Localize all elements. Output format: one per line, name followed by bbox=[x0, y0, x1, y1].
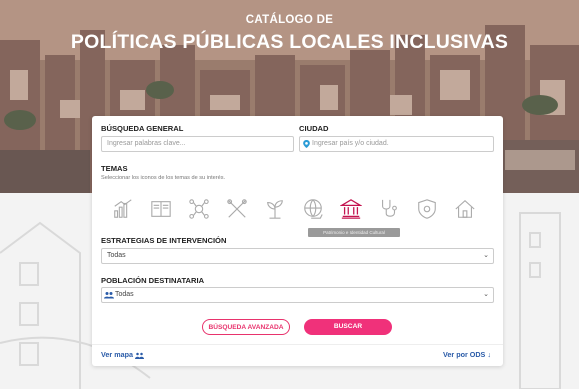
map-icon bbox=[134, 352, 144, 359]
hero-subtitle: CATÁLOGO DE bbox=[245, 14, 334, 26]
plant-sprout-icon[interactable] bbox=[264, 198, 286, 220]
theme-tooltip: Patrimonio e Identidad Cultural bbox=[308, 228, 400, 237]
tools-icon[interactable] bbox=[226, 198, 248, 220]
view-ods-link[interactable]: Ver por ODS ↓ bbox=[443, 350, 491, 359]
city-input[interactable]: Ingresar país y/o ciudad. bbox=[299, 136, 494, 152]
advanced-search-button[interactable]: BÚSQUEDA AVANZADA bbox=[202, 319, 290, 335]
city-label: CIUDAD bbox=[299, 124, 329, 133]
population-select[interactable]: Todas ⌄ bbox=[101, 287, 494, 303]
search-card: BÚSQUEDA GENERAL Ingresar palabras clave… bbox=[92, 116, 503, 366]
strategies-label: ESTRATEGIAS DE INTERVENCIÓN bbox=[101, 236, 227, 245]
themes-label: TEMAS bbox=[101, 164, 128, 173]
view-map-label: Ver mapa bbox=[101, 350, 133, 359]
strategies-value: Todas bbox=[107, 252, 126, 259]
view-map-link[interactable]: Ver mapa bbox=[101, 350, 144, 359]
general-search-placeholder: Ingresar palabras clave... bbox=[107, 140, 186, 147]
house-icon[interactable] bbox=[454, 198, 476, 220]
general-search-input[interactable]: Ingresar palabras clave... bbox=[101, 136, 294, 152]
arrow-down-icon: ↓ bbox=[487, 350, 491, 359]
card-divider bbox=[92, 344, 503, 345]
location-pin-icon bbox=[303, 140, 310, 148]
population-value: Todas bbox=[115, 291, 134, 298]
hero-title: POLÍTICAS PÚBLICAS LOCALES INCLUSIVAS bbox=[70, 31, 509, 53]
general-search-label: BÚSQUEDA GENERAL bbox=[101, 124, 184, 133]
people-network-icon[interactable] bbox=[188, 198, 210, 220]
chevron-down-icon: ⌄ bbox=[483, 291, 489, 298]
strategies-select[interactable]: Todas ⌄ bbox=[101, 248, 494, 264]
chart-growth-icon[interactable] bbox=[112, 198, 134, 220]
themes-hint: Seleccionar los iconos de los temas de s… bbox=[101, 175, 226, 181]
chevron-down-icon: ⌄ bbox=[483, 252, 489, 259]
users-icon bbox=[104, 292, 114, 299]
book-icon[interactable] bbox=[150, 198, 172, 220]
city-placeholder: Ingresar país y/o ciudad. bbox=[312, 140, 389, 147]
shield-icon[interactable] bbox=[416, 198, 438, 220]
stethoscope-icon[interactable] bbox=[378, 198, 400, 220]
view-ods-label: Ver por ODS bbox=[443, 350, 486, 359]
globe-hand-icon[interactable] bbox=[302, 198, 324, 220]
population-label: POBLACIÓN DESTINATARIA bbox=[101, 276, 205, 285]
search-button[interactable]: BUSCAR bbox=[304, 319, 392, 335]
museum-icon[interactable] bbox=[340, 198, 362, 220]
